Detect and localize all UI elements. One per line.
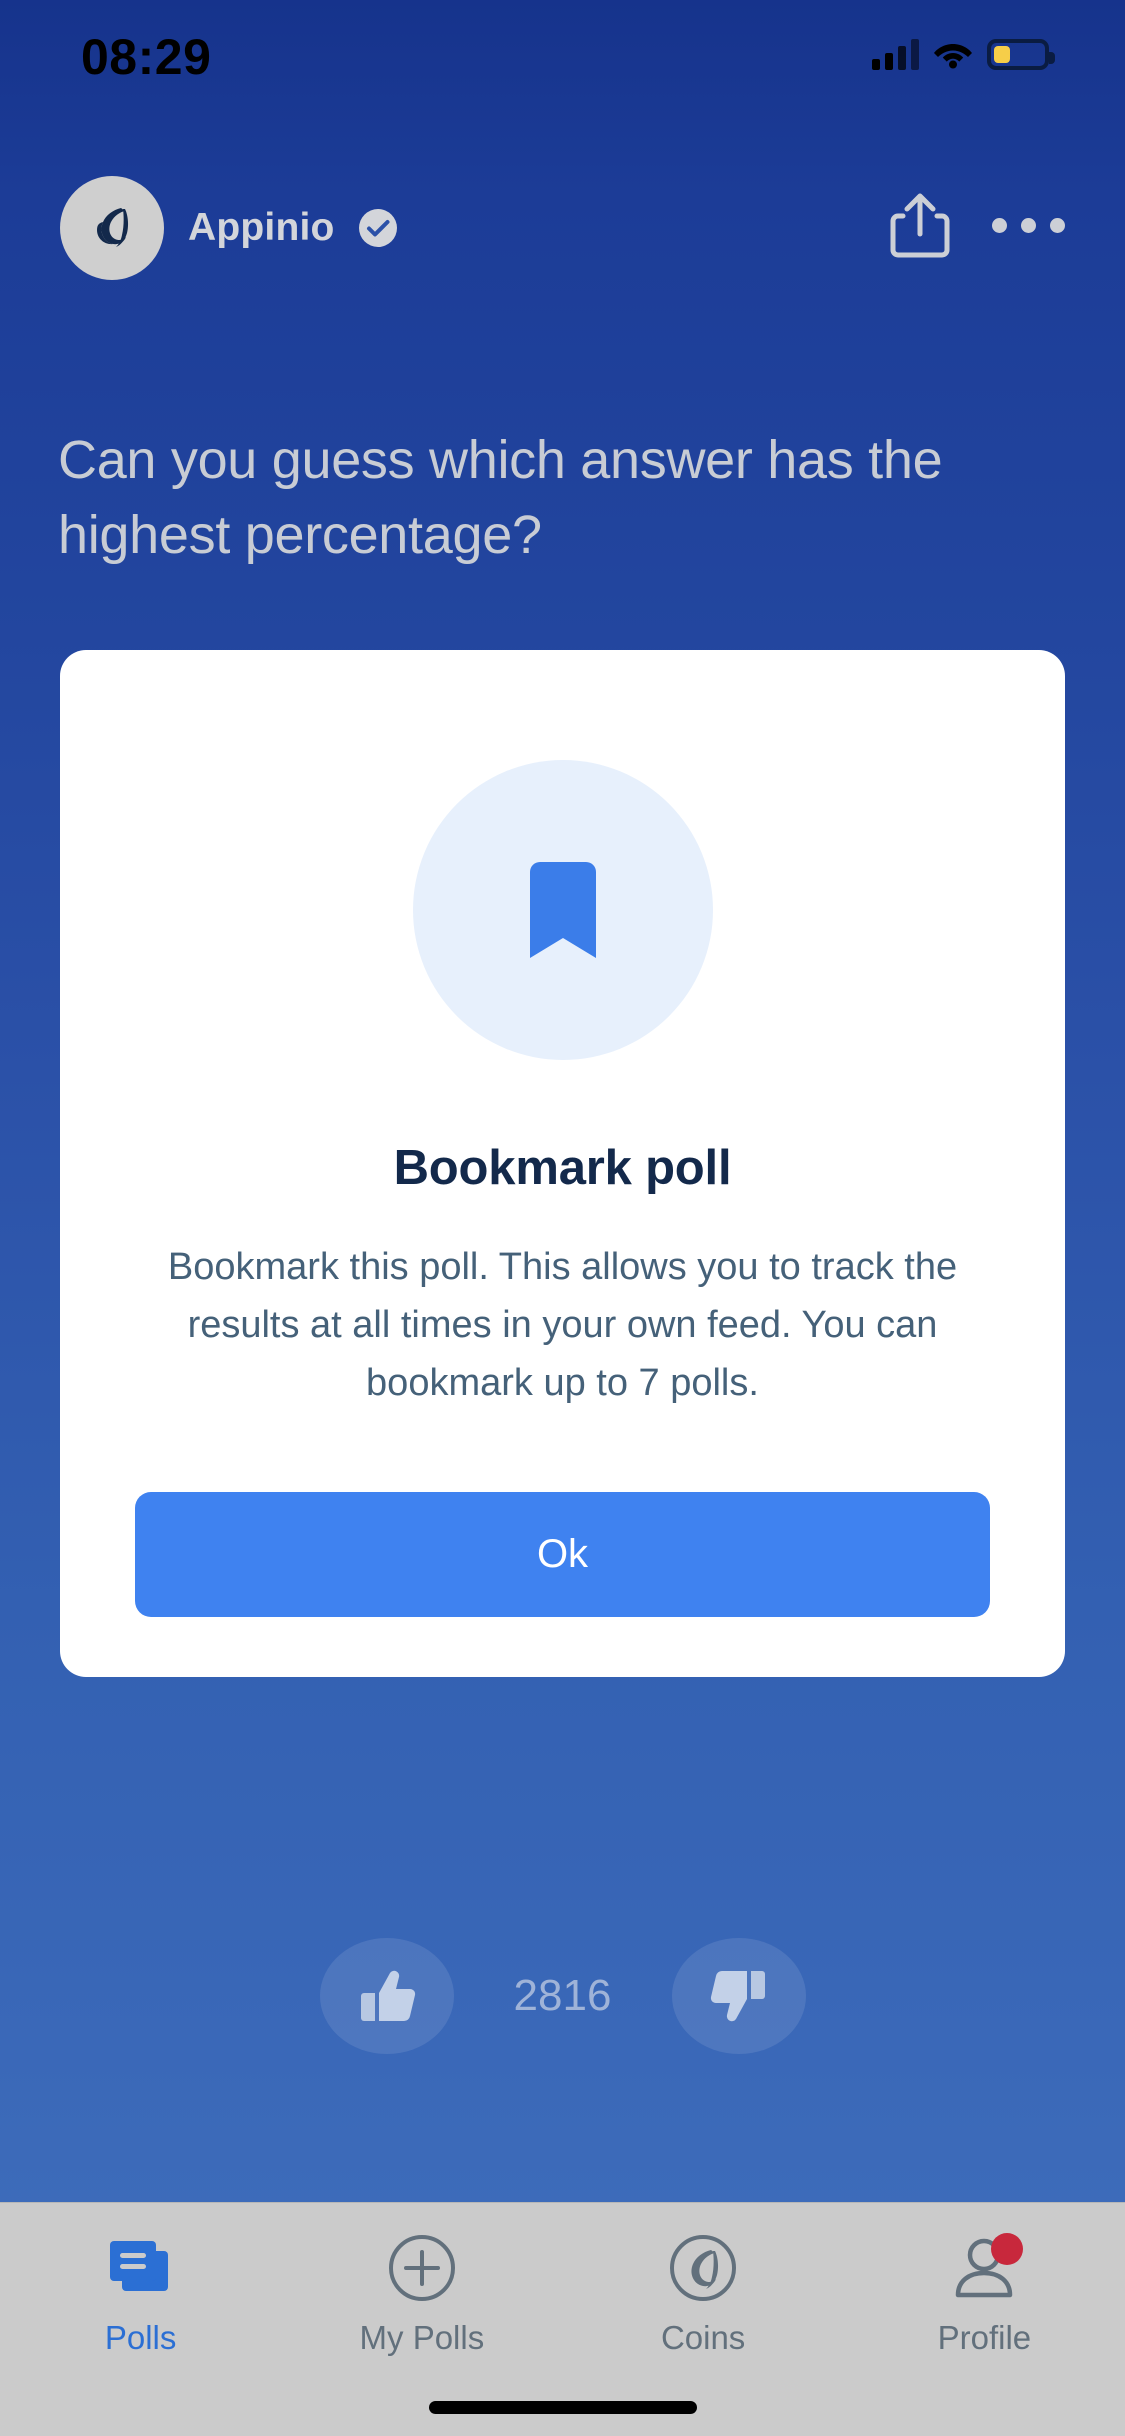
- brand-row[interactable]: Appinio: [60, 176, 397, 280]
- tab-profile[interactable]: Profile: [844, 2231, 1125, 2357]
- avatar[interactable]: [60, 176, 164, 280]
- status-bar: 08:29: [0, 0, 1125, 132]
- poll-question: Can you guess which answer has the highe…: [58, 430, 943, 565]
- tab-label-coins: Coins: [660, 2319, 746, 2356]
- appinio-logo-avatar: [97, 208, 129, 247]
- plus-circle-icon: [387, 2231, 457, 2305]
- app-screen: 08:29 Appinio Can you guess which answer…: [0, 0, 1125, 2436]
- reaction-count: 2816: [513, 1971, 612, 2020]
- tab-label-my-polls: My Polls: [359, 2319, 485, 2356]
- home-indicator: [428, 2401, 697, 2414]
- dialog-body-text: Bookmark this poll. This allows you to t…: [167, 1246, 958, 1404]
- ok-button[interactable]: Ok: [135, 1492, 990, 1617]
- status-bar-time: 08:29: [81, 29, 212, 85]
- share-button[interactable]: [890, 190, 950, 260]
- dislike-button[interactable]: [671, 1938, 806, 2054]
- tab-coins[interactable]: Coins: [563, 2231, 844, 2357]
- more-options-button[interactable]: [992, 190, 1065, 260]
- bookmark-dialog: Bookmark poll Bookmark this poll. This a…: [60, 650, 1065, 1677]
- tab-my-polls[interactable]: My Polls: [281, 2231, 562, 2357]
- tab-label-polls: Polls: [104, 2319, 177, 2356]
- tab-label-profile: Profile: [937, 2319, 1032, 2356]
- dialog-title: Bookmark poll: [393, 1141, 732, 1195]
- reaction-bar: 2816: [0, 1938, 1125, 2054]
- more-options-icon-dot: [1050, 217, 1065, 233]
- thumbs-up-icon: [360, 1970, 415, 2022]
- battery-low-icon: [987, 38, 1055, 70]
- app-header: Appinio: [0, 176, 1125, 284]
- person-icon: [949, 2231, 1024, 2305]
- brand-name: Appinio: [188, 206, 335, 249]
- more-options-icon-dot: [1021, 217, 1036, 233]
- bottom-tab-bar: Polls My Polls Coins Profile: [0, 2202, 1125, 2436]
- verified-check-icon: [358, 209, 397, 247]
- status-bar-icons: [872, 38, 1055, 70]
- tab-polls[interactable]: Polls: [0, 2231, 281, 2357]
- cellular-signal-icon: [872, 38, 919, 70]
- appinio-coin-icon: [668, 2231, 738, 2305]
- like-button[interactable]: [319, 1938, 454, 2054]
- bookmark-icon-circle: [412, 760, 713, 1060]
- thumbs-down-icon: [710, 1970, 765, 2022]
- bookmark-icon: [529, 862, 596, 958]
- polls-stack-icon: [108, 2231, 174, 2305]
- header-actions: [890, 190, 1065, 260]
- share-icon: [890, 193, 950, 258]
- wifi-icon: [934, 44, 972, 69]
- more-options-icon: [992, 217, 1007, 233]
